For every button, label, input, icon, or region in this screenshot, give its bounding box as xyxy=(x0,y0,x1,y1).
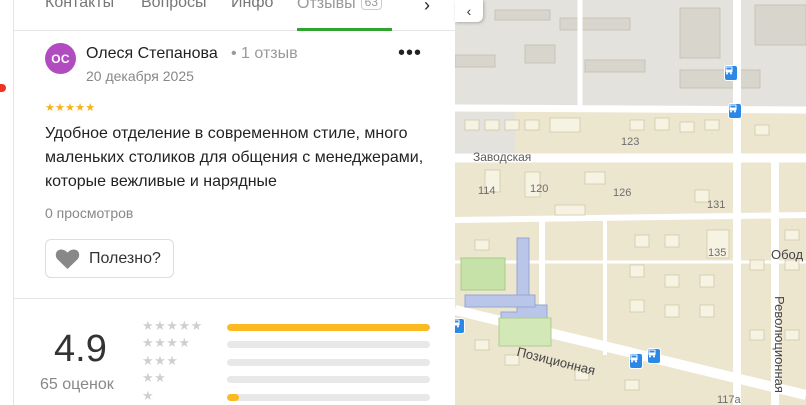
map-house-number: 120 xyxy=(530,183,549,195)
review-author-name[interactable]: Олеся Степанова xyxy=(86,45,218,63)
tab-reviews-label: Отзывы xyxy=(297,0,356,12)
tab-questions[interactable]: Вопросы xyxy=(141,0,207,12)
map-canvas xyxy=(455,0,806,405)
collapse-panel-button[interactable]: ‹ xyxy=(455,0,483,22)
bus-stop-icon[interactable] xyxy=(728,103,742,119)
heart-icon xyxy=(55,248,80,269)
map-street-label: Революционная xyxy=(772,296,787,393)
tab-bar: Контакты Вопросы Инфо Отзывы 63 › xyxy=(14,0,456,31)
helpful-label: Полезно? xyxy=(89,249,161,267)
review-views-count: 0 просмотров xyxy=(45,205,134,221)
bus-stop-icon[interactable] xyxy=(647,348,661,364)
map-marker-edge xyxy=(0,84,6,92)
distribution-bar-fill xyxy=(227,394,240,401)
tab-contacts[interactable]: Контакты xyxy=(45,0,114,12)
review-rating-stars: ★★★★★ xyxy=(45,102,96,114)
helpful-button[interactable]: Полезно? xyxy=(45,239,174,278)
place-panel: Контакты Вопросы Инфо Отзывы 63 › ОС Олес… xyxy=(13,0,456,405)
review-author-meta: • 1 отзыв xyxy=(231,45,298,62)
active-tab-indicator xyxy=(297,28,392,31)
map-view[interactable]: Заводская Позиционная Революционная Обод… xyxy=(455,0,806,405)
chevron-right-icon[interactable]: › xyxy=(424,0,430,16)
distribution-bar-5 xyxy=(227,324,430,331)
map-street-label: Обод xyxy=(771,247,804,262)
map-house-number: 131 xyxy=(707,199,726,211)
distribution-stars-2: ★★ xyxy=(142,370,167,385)
review-text: Удобное отделение в современном стиле, м… xyxy=(45,125,424,190)
more-options-button[interactable]: ••• xyxy=(398,43,422,69)
chevron-left-icon: ‹ xyxy=(466,3,472,19)
tab-reviews-badge: 63 xyxy=(360,0,382,10)
distribution-bar-fill xyxy=(227,324,430,331)
map-street-label: Заводская xyxy=(473,150,532,164)
map-house-number: 135 xyxy=(708,247,727,259)
distribution-stars-5: ★★★★★ xyxy=(142,318,203,333)
distribution-bar-1 xyxy=(227,394,430,401)
map-house-number: 123 xyxy=(621,136,640,148)
map-house-number: 126 xyxy=(613,187,632,199)
distribution-stars-3: ★★★ xyxy=(142,353,179,368)
distribution-bar-4 xyxy=(227,341,430,348)
avatar[interactable]: ОС xyxy=(45,43,76,74)
review-date: 20 декабря 2025 xyxy=(86,68,194,84)
bus-stop-icon[interactable] xyxy=(724,65,738,81)
bus-stop-icon[interactable] xyxy=(455,318,465,334)
distribution-stars-4: ★★★★ xyxy=(142,335,191,350)
tab-info[interactable]: Инфо xyxy=(231,0,273,12)
distribution-stars-1: ★ xyxy=(142,388,155,403)
map-house-number: 117а xyxy=(717,394,741,405)
map-house-number: 114 xyxy=(478,185,496,197)
section-divider xyxy=(14,298,456,299)
rating-count: 65 оценок xyxy=(40,376,114,393)
tab-reviews[interactable]: Отзывы 63 xyxy=(297,0,382,13)
distribution-bar-2 xyxy=(227,376,430,383)
bus-stop-icon[interactable] xyxy=(629,353,643,369)
distribution-bar-3 xyxy=(227,359,430,366)
overall-rating-value: 4.9 xyxy=(54,328,107,370)
